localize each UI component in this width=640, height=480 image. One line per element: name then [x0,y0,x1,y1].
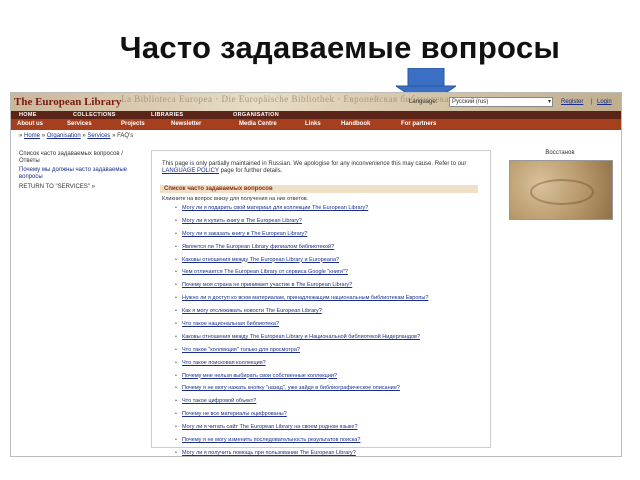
sidebar-link[interactable]: Почему мы должны часто задаваемые вопрос… [19,167,139,181]
language-label: Language: [409,99,438,105]
faq-item[interactable]: Почему я не могу нажать кнопку "назад", … [175,385,481,392]
site-banner: La Biblioteca Europea · Die Europäische … [11,93,621,111]
faq-content-panel: This page is only partially maintained i… [151,150,491,456]
register-link[interactable]: Register [561,99,583,105]
return-to-services-link[interactable]: RETURN TO "SERVICES" » [19,184,95,190]
nav-services[interactable]: Services [67,121,92,127]
faq-item[interactable]: Почему не все материалы оцифрованы? [175,411,481,418]
faq-list-heading: Список часто задаваемых вопросов [160,185,478,193]
right-panel-title: Восстанов [545,150,575,156]
banner-ghost-text: La Biblioteca Europea · Die Europäische … [121,94,450,104]
faq-item[interactable]: Могу ли я купить книгу в The European Li… [175,218,481,225]
faq-item[interactable]: Чем отличается The European Library от с… [175,269,481,276]
slide-title: Часто задаваемые вопросы [119,30,561,65]
breadcrumb-home[interactable]: Home [24,133,40,139]
header-separator: | [591,99,593,105]
site-logo[interactable]: The European Library [14,96,121,108]
faq-item[interactable]: Могу ли я заказать книгу в The European … [175,231,481,238]
faq-item[interactable]: Каковы отношения между The European Libr… [175,257,481,264]
breadcrumb-sep: » [40,133,47,139]
faq-list-note: Кликните на вопрос внизу для получения н… [162,196,309,202]
faq-item[interactable]: Что такое национальная библиотека? [175,321,481,328]
sidebar-heading: Список часто задаваемых вопросов / Ответ… [19,151,123,164]
manuscript-image[interactable] [509,160,613,220]
faq-item[interactable]: Почему моя страна не принимает участие в… [175,282,481,289]
faq-item[interactable]: Почему я не могу изменить последовательн… [175,437,481,444]
nav-projects[interactable]: Projects [121,121,145,127]
intro-start: This page is only partially maintained i… [162,161,467,167]
faq-item[interactable]: Могу ли я получить помощь при пользовани… [175,450,481,456]
nav-links[interactable]: Links [305,121,321,127]
intro-text: This page is only partially maintained i… [162,161,482,175]
faq-item[interactable]: Как я могу отслеживать новости The Europ… [175,308,481,315]
faq-item[interactable]: Что такое поисковая коллекция? [175,360,481,367]
nav-about-us[interactable]: About us [17,121,43,127]
category-home[interactable]: HOME [19,112,37,118]
faq-item[interactable]: Каковы отношения между The European Libr… [175,334,481,341]
faq-item[interactable]: Могу ли я читать сайт The European Libra… [175,424,481,431]
language-select[interactable]: Русский (rus) ▾ [449,97,553,107]
breadcrumb: » Home » Organisation » Services » FAQ's [19,133,133,139]
nav-for-partners[interactable]: For partners [401,121,436,127]
nav-media-centre[interactable]: Media Centre [239,121,277,127]
category-libraries[interactable]: LIBRARIES [151,112,183,118]
login-link[interactable]: Login [597,99,612,105]
faq-item[interactable]: Могу ли я подарить свой материал для кол… [175,205,481,212]
main-nav: About us Services Projects Newsletter Me… [11,119,621,130]
faq-item[interactable]: Почему мне нельзя выбирать свои собствен… [175,373,481,380]
language-value: Русский (rus) [452,99,489,105]
website-screenshot: La Biblioteca Europea · Die Europäische … [10,92,622,457]
faq-item[interactable]: Что такое "коллекция" только для просмот… [175,347,481,354]
breadcrumb-services[interactable]: Services [87,133,110,139]
category-organisation[interactable]: ORGANISATION [233,112,279,118]
language-policy-link[interactable]: LANGUAGE POLICY [162,168,219,174]
faq-item[interactable]: Является ли The European Library филиало… [175,244,481,251]
nav-newsletter[interactable]: Newsletter [171,121,201,127]
breadcrumb-organisation[interactable]: Organisation [47,133,81,139]
faq-item[interactable]: Нужно ли я доступ ко всем материалам, пр… [175,295,481,302]
intro-end: page for further details. [220,168,283,174]
breadcrumb-current: FAQ's [117,133,134,139]
faq-list: Могу ли я подарить свой материал для кол… [175,205,481,456]
right-panel: Восстанов [505,150,615,230]
nav-handbook[interactable]: Handbook [341,121,370,127]
category-bar: HOME COLLECTIONS LIBRARIES ORGANISATION [11,111,621,119]
chevron-down-icon: ▾ [547,99,551,105]
faq-item[interactable]: Что такое цифровой объект? [175,398,481,405]
category-collections[interactable]: COLLECTIONS [73,112,116,118]
